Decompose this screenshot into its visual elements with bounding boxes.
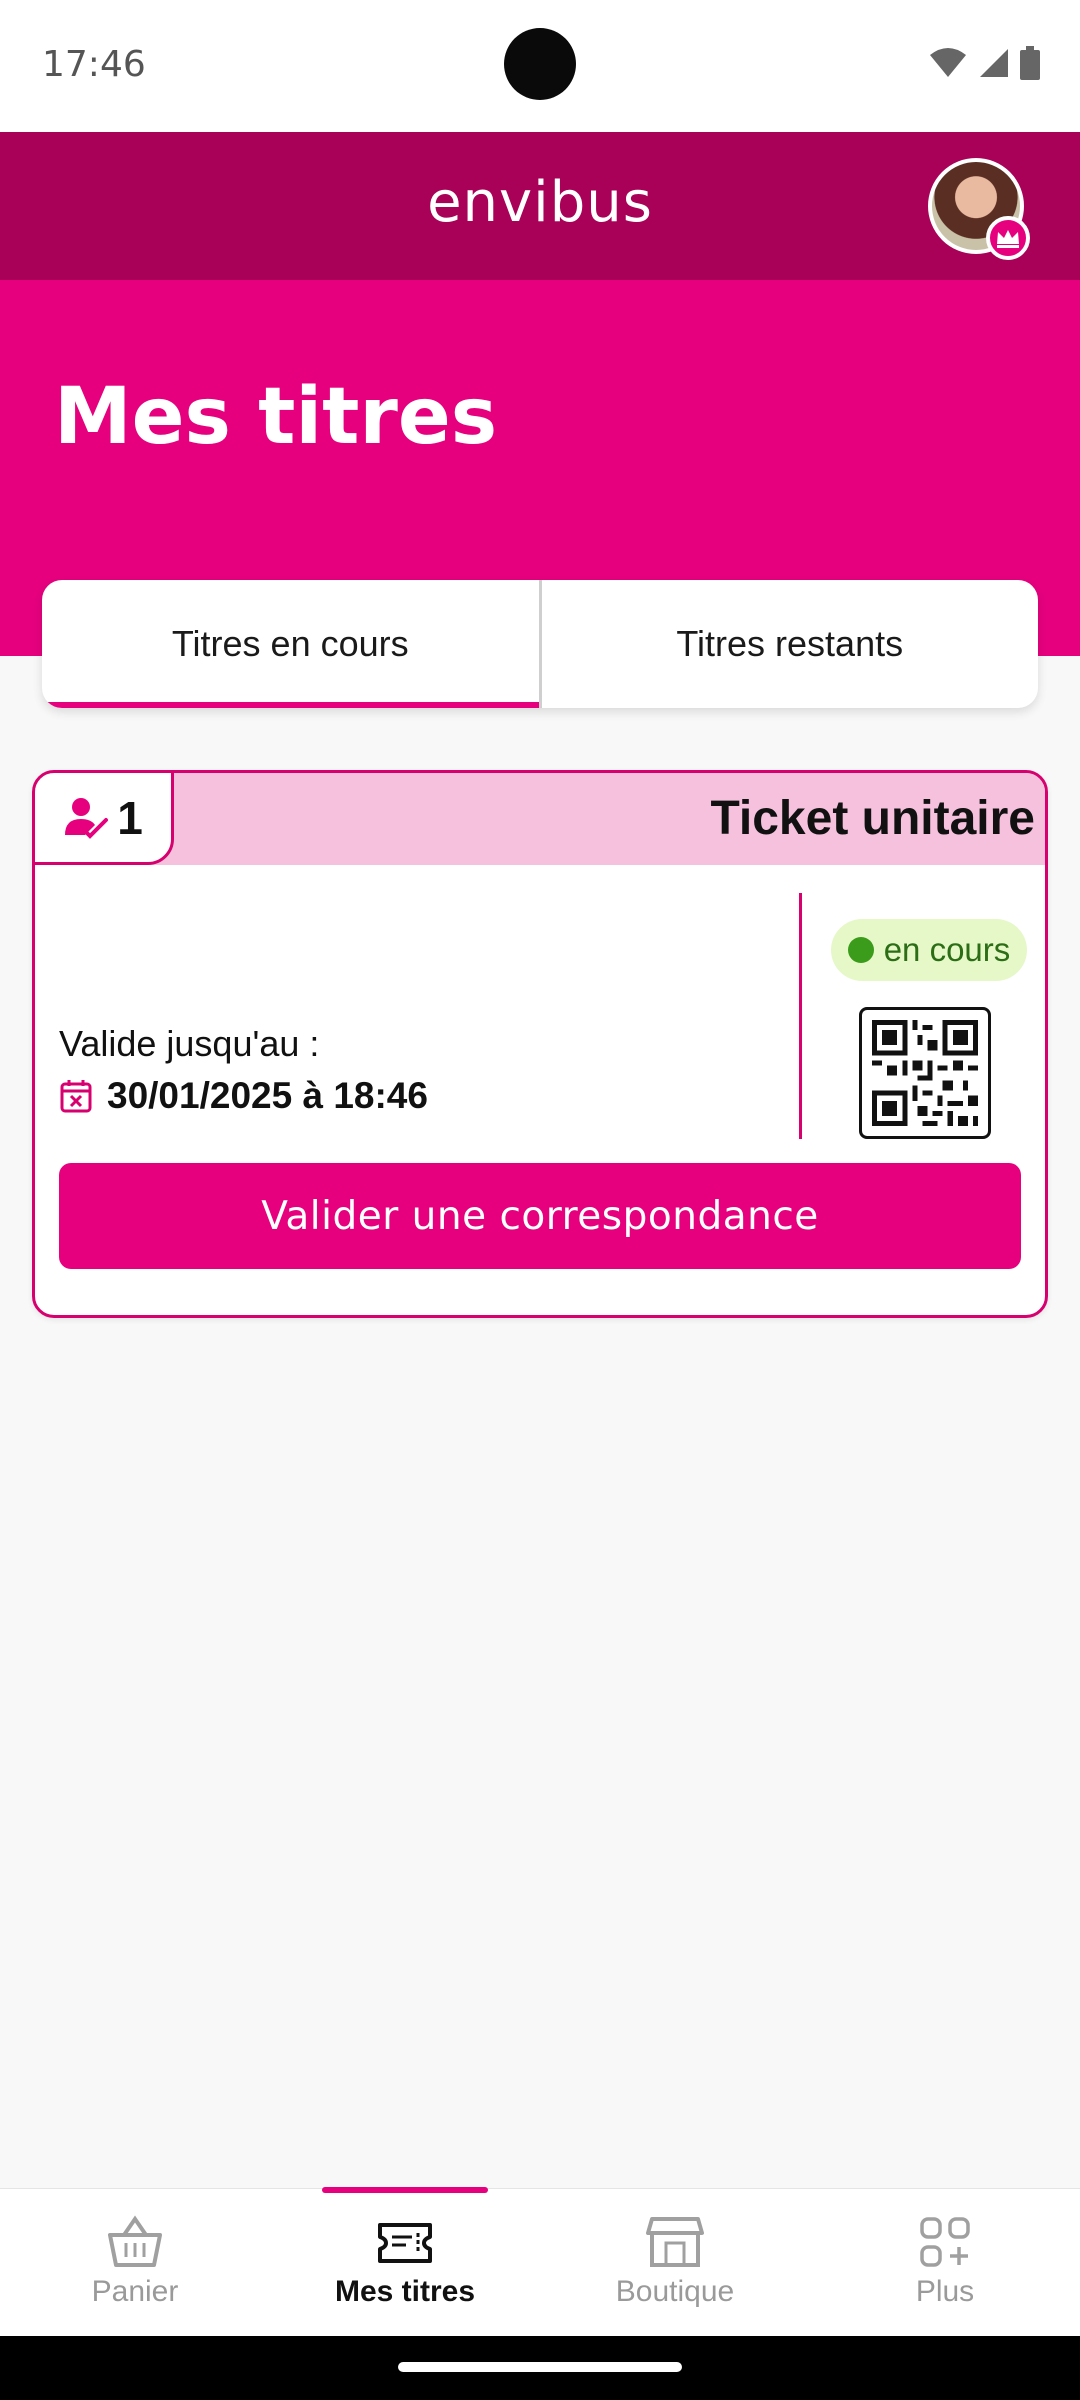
ticket-card[interactable]: Ticket unitaire 1 Valide jusqu'au : 30/0… xyxy=(32,770,1048,1318)
passenger-count: 1 xyxy=(117,791,143,844)
tab-bar: Titres en cours Titres restants xyxy=(42,580,1038,708)
more-grid-icon xyxy=(920,2217,970,2267)
validity-date: 30/01/2025 à 18:46 xyxy=(107,1075,428,1116)
nav-item-panier[interactable]: Panier xyxy=(0,2189,270,2336)
tab-titres-restants[interactable]: Titres restants xyxy=(542,580,1039,708)
nav-label-mes-titres: Mes titres xyxy=(334,2275,476,2308)
calendar-x-icon xyxy=(60,1080,92,1113)
ticket-icon xyxy=(378,2223,432,2263)
validity-label: Valide jusqu'au : xyxy=(59,1023,320,1064)
card-divider xyxy=(799,893,802,1139)
status-icons xyxy=(928,46,1040,80)
bottom-nav: Panier Mes titres Boutique Plus xyxy=(0,2187,1080,2336)
status-bar: 17:46 xyxy=(0,0,1080,132)
crown-icon xyxy=(986,216,1030,260)
nav-label-panier: Panier xyxy=(91,2275,179,2308)
qr-code-icon[interactable] xyxy=(859,1007,991,1139)
wifi-icon xyxy=(930,48,966,77)
app-header: envibus xyxy=(0,132,1080,280)
passenger-count-box: 1 xyxy=(35,773,174,865)
validate-connection-button[interactable]: Valider une correspondance xyxy=(59,1163,1021,1269)
signal-icon xyxy=(980,49,1008,77)
battery-icon xyxy=(1020,46,1040,80)
nav-item-plus[interactable]: Plus xyxy=(810,2189,1080,2336)
status-badge: en cours xyxy=(831,919,1027,981)
gesture-handle[interactable] xyxy=(398,2362,682,2372)
tab-titres-en-cours[interactable]: Titres en cours xyxy=(42,580,539,708)
nav-item-mes-titres[interactable]: Mes titres xyxy=(270,2187,540,2336)
ticket-name: Ticket unitaire xyxy=(710,792,1035,845)
validity-row: 30/01/2025 à 18:46 xyxy=(59,1075,428,1117)
basket-icon xyxy=(108,2215,162,2267)
status-time: 17:46 xyxy=(42,44,146,85)
gesture-area xyxy=(0,2336,1080,2400)
ticket-header: Ticket unitaire xyxy=(35,773,1045,865)
envibus-logo: envibus xyxy=(427,170,653,235)
status-text: en cours xyxy=(883,931,1011,968)
nav-item-boutique[interactable]: Boutique xyxy=(540,2189,810,2336)
passenger-check-icon xyxy=(65,797,109,839)
store-icon xyxy=(646,2217,704,2267)
camera-cutout xyxy=(504,28,576,100)
status-dot xyxy=(847,937,874,963)
page-title: Mes titres xyxy=(54,372,498,462)
nav-label-boutique: Boutique xyxy=(615,2275,735,2308)
nav-label-plus: Plus xyxy=(915,2275,975,2308)
